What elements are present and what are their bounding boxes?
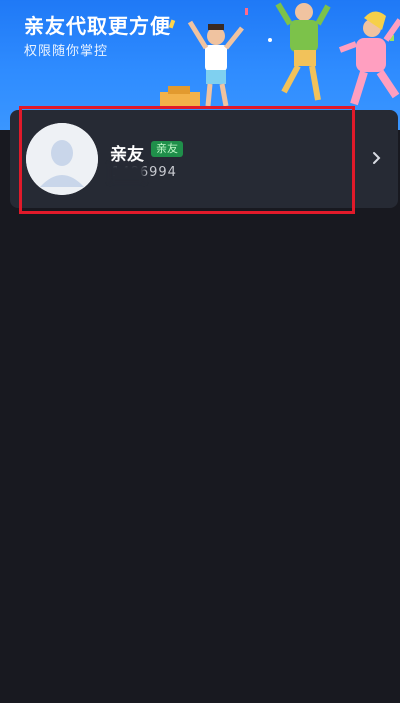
banner-subtitle: 权限随你掌控: [24, 44, 109, 59]
chevron-right-icon[interactable]: [371, 149, 383, 167]
highlight-annotation-box: [19, 106, 355, 214]
banner-title: 亲友代取更方便: [24, 14, 171, 38]
